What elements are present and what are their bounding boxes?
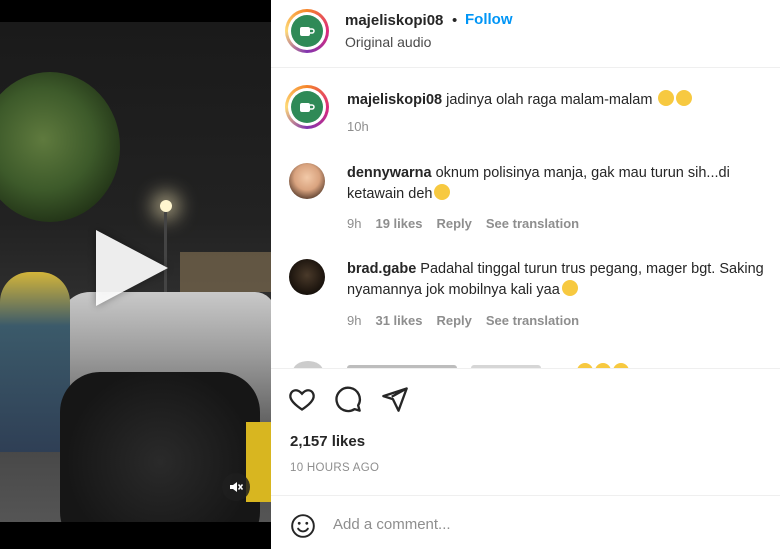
caption-avatar[interactable] — [285, 85, 329, 129]
comment-text-row: dennywarna oknum polisinya manja, gak mau… — [347, 163, 767, 205]
caption-meta: 10h — [347, 119, 369, 134]
mute-button[interactable] — [222, 473, 250, 501]
author-avatar[interactable] — [285, 9, 329, 53]
see-translation-button[interactable]: See translation — [486, 313, 579, 328]
caption-username[interactable]: majeliskopi08 — [347, 92, 442, 108]
grinning-emoji-icon — [676, 90, 693, 106]
comment-input[interactable] — [333, 512, 753, 536]
video-scene-streetlight — [160, 200, 172, 212]
smiley-icon[interactable] — [290, 513, 316, 539]
paper-plane-icon[interactable] — [381, 385, 409, 413]
caption-text: jadinya olah raga malam-malam — [446, 92, 653, 108]
comment-reply-button[interactable]: Reply — [436, 216, 471, 231]
likes-count[interactable]: 2,157 likes — [290, 433, 365, 450]
coffee-cup-icon — [300, 27, 315, 36]
comment-meta: 9h 31 likes Reply See translation — [347, 313, 579, 328]
video-scene-building — [180, 252, 271, 292]
post-timestamp: 10 HOURS AGO — [290, 462, 380, 474]
author-username[interactable]: majeliskopi08 — [345, 12, 443, 29]
see-translation-button[interactable]: See translation — [486, 216, 579, 231]
speaker-muted-icon — [230, 482, 244, 492]
post-header: majeliskopi08 • Follow Original audio — [271, 0, 780, 68]
grinning-emoji-icon — [658, 90, 675, 106]
audio-label[interactable]: Original audio — [345, 34, 431, 50]
post-actions: 2,157 likes 10 HOURS AGO — [271, 368, 780, 493]
comment-username[interactable]: dennywarna — [347, 165, 432, 181]
comment-item-partial — [271, 361, 780, 368]
heart-icon[interactable] — [288, 385, 316, 413]
video-scene-stripe — [246, 422, 271, 502]
laughing-emoji-icon — [434, 184, 451, 200]
comment-icon[interactable] — [334, 385, 362, 413]
comment-text-row: brad.gabe Padahal tinggal turun trus pega… — [347, 259, 767, 301]
separator-dot: • — [452, 12, 458, 29]
laughing-emoji-icon — [561, 280, 578, 296]
commenter-avatar[interactable] — [289, 259, 325, 295]
comments-list[interactable]: majeliskopi08 jadinya olah raga malam-mal… — [271, 69, 780, 368]
coffee-cup-icon — [300, 103, 315, 112]
video-scene-tree — [0, 72, 120, 222]
video-panel[interactable] — [0, 0, 271, 549]
post-details-panel: majeliskopi08 • Follow Original audio ma… — [271, 0, 780, 549]
caption-time: 10h — [347, 119, 369, 134]
add-comment-bar — [271, 495, 780, 549]
comment-likes[interactable]: 31 likes — [375, 313, 422, 328]
comment-time: 9h — [347, 216, 362, 231]
comment-likes[interactable]: 19 likes — [375, 216, 422, 231]
comment-meta: 9h 19 likes Reply See translation — [347, 216, 579, 231]
comment-reply-button[interactable]: Reply — [436, 313, 471, 328]
caption-text-row: majeliskopi08 jadinya olah raga malam-mal… — [347, 90, 767, 111]
follow-button[interactable]: Follow — [465, 11, 513, 28]
play-icon[interactable] — [96, 230, 168, 306]
commenter-avatar[interactable] — [289, 163, 325, 199]
comment-time: 9h — [347, 313, 362, 328]
comment-username[interactable]: brad.gabe — [347, 261, 416, 277]
